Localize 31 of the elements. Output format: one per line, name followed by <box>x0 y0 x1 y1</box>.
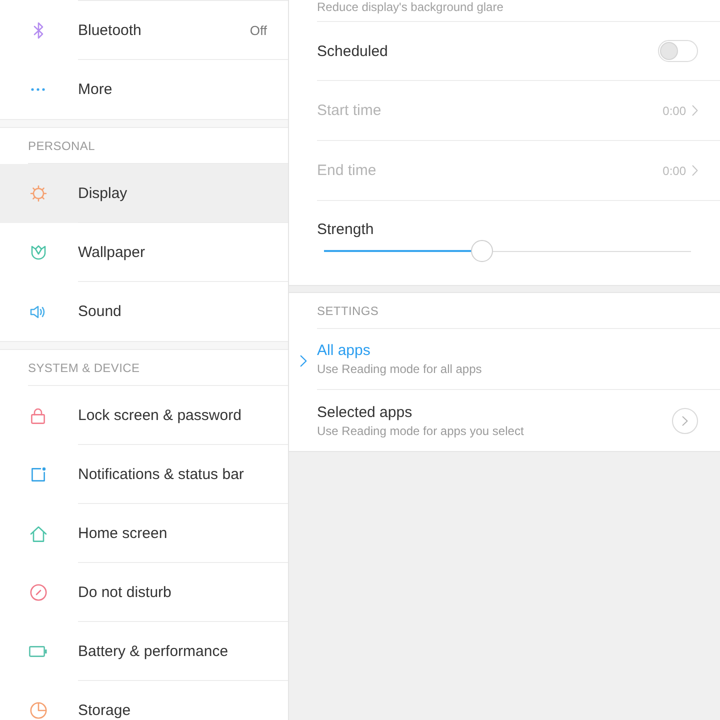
slash-circle-icon <box>30 584 46 601</box>
status-text: Off <box>250 22 267 38</box>
slider-thumb[interactable] <box>470 240 493 262</box>
setting-label: Scheduled <box>317 42 388 60</box>
chevron-right-icon <box>682 416 688 426</box>
tulip-icon <box>30 245 46 260</box>
section-header: SYSTEM & DEVICE <box>28 360 140 374</box>
option-subtitle: Use Reading mode for all apps <box>317 362 482 376</box>
chevron-right-icon <box>692 105 698 116</box>
next-button[interactable] <box>672 408 698 434</box>
dots-icon <box>31 88 45 91</box>
chevron-right-icon <box>692 165 698 176</box>
speaker-icon <box>30 304 46 318</box>
section-header: PERSONAL <box>28 138 95 152</box>
sun-icon <box>30 185 46 202</box>
toggle-switch[interactable] <box>658 40 698 62</box>
bluetooth-icon <box>32 22 44 39</box>
option-title[interactable]: Selected apps <box>317 404 412 420</box>
battery-icon <box>29 646 47 657</box>
option-subtitle: Use Reading mode for apps you select <box>317 424 524 438</box>
setting-label: Strength <box>317 221 374 238</box>
pie-chart-icon <box>30 702 46 719</box>
square-dot-icon <box>30 467 46 482</box>
sidebar-item[interactable]: Display <box>0 164 288 223</box>
time-value: 0:00 <box>662 104 686 118</box>
home-icon <box>30 526 46 542</box>
time-value: 0:00 <box>662 164 686 178</box>
chevron-right-icon <box>300 355 306 367</box>
section-header: SETTINGS <box>317 304 379 318</box>
setting-description: Reduce display's background glare <box>317 0 504 14</box>
lock-icon <box>31 408 45 424</box>
